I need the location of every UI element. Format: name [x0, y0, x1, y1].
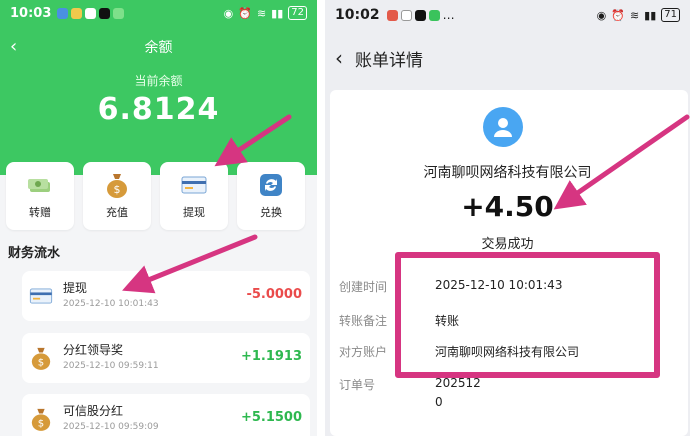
transaction-amount: +4.50 [461, 190, 554, 223]
screenshot-composite: 10:03 ◉ ⏰ ≋ ▮▮ 72 ‹ 余额 当前余额 6.8124 转赠 $ … [0, 0, 690, 436]
transaction-amount: -5.0000 [246, 287, 302, 302]
app-notification-icon [71, 7, 83, 19]
svg-text:$: $ [38, 357, 44, 368]
status-time: 10:02 [335, 7, 380, 23]
battery-icon: 72 [288, 6, 307, 20]
action-label: 提现 [183, 206, 205, 219]
app-notification-icon [400, 9, 412, 21]
highlight-box [395, 252, 660, 378]
exchange-button[interactable]: 兑换 [237, 162, 305, 230]
battery-icon: 71 [661, 8, 680, 22]
order-number-label: 订单号 [339, 378, 376, 392]
money-bag-icon: $ [104, 172, 130, 198]
page-title: 账单详情 [355, 51, 423, 71]
tiktok-icon [414, 9, 426, 21]
app-notification-icon [57, 7, 69, 19]
panel-divider [317, 0, 325, 436]
balance-screen: 10:03 ◉ ⏰ ≋ ▮▮ 72 ‹ 余额 当前余额 6.8124 转赠 $ … [0, 0, 317, 436]
status-time: 10:03 [10, 5, 52, 21]
wechat-icon [113, 7, 125, 19]
transaction-amount: +1.1913 [240, 349, 302, 364]
transaction-time: 2025-12-10 10:01:43 [63, 299, 159, 309]
status-right: ◉ ⏰ ≋ ▮▮ 71 [597, 8, 680, 22]
status-right: ◉ ⏰ ≋ ▮▮ 72 [224, 6, 307, 20]
status-bar: 10:02 … ◉ ⏰ ≋ ▮▮ 71 [325, 0, 690, 30]
money-bag-icon: $ [28, 345, 54, 371]
remark-label: 转账备注 [339, 314, 388, 328]
balance-value: 6.8124 [97, 92, 220, 127]
back-button[interactable]: ‹ [335, 46, 343, 70]
transaction-row[interactable]: 提现 2025-12-10 10:01:43 -5.0000 [22, 271, 310, 321]
action-label: 充值 [106, 206, 128, 219]
svg-text:$: $ [38, 418, 44, 429]
recharge-button[interactable]: $ 充值 [83, 162, 151, 230]
wifi-icon: ≋ [629, 8, 640, 22]
money-bag-icon: $ [28, 406, 54, 432]
signal-icon: ▮▮ [271, 6, 284, 20]
transaction-status: 交易成功 [481, 237, 534, 252]
transaction-title: 可信股分红 [63, 404, 124, 418]
created-time-label: 创建时间 [339, 280, 388, 294]
app-notification-icon [386, 9, 398, 21]
wifi-icon: ≋ [256, 6, 267, 20]
action-label: 兑换 [260, 206, 282, 219]
tiktok-icon [99, 7, 111, 19]
svg-text:$: $ [114, 183, 121, 196]
alarm-icon: ⏰ [611, 8, 625, 22]
eye-icon: ◉ [596, 8, 607, 22]
wechat-icon [428, 9, 440, 21]
status-bar: 10:03 ◉ ⏰ ≋ ▮▮ 72 [0, 0, 317, 26]
user-icon [494, 118, 512, 137]
alarm-icon: ⏰ [238, 6, 252, 20]
bank-card-icon [28, 283, 54, 309]
counterparty-name: 河南聊呗网络科技有限公司 [423, 165, 592, 181]
account-label: 对方账户 [339, 345, 388, 359]
order-number-value-line2: 0 [435, 395, 443, 409]
page-title: 余额 [144, 40, 173, 56]
transaction-title: 提现 [63, 281, 88, 295]
withdraw-button[interactable]: 提现 [160, 162, 228, 230]
order-number-value: 202512 [435, 376, 481, 390]
transaction-amount: +5.1500 [240, 410, 302, 425]
balance-label: 当前余额 [134, 74, 183, 88]
transaction-row[interactable]: $ 可信股分红 2025-12-10 09:59:09 +5.1500 [22, 394, 310, 436]
gift-transfer-button[interactable]: 转赠 [6, 162, 74, 230]
more-dots-icon: … [442, 8, 455, 22]
transaction-time: 2025-12-10 09:59:11 [63, 361, 159, 371]
transaction-title: 分红领导奖 [63, 343, 124, 357]
bank-card-icon [181, 172, 207, 198]
exchange-icon [258, 172, 284, 198]
transaction-row[interactable]: $ 分红领导奖 2025-12-10 09:59:11 +1.1913 [22, 333, 310, 383]
action-label: 转赠 [29, 206, 51, 219]
section-title: 财务流水 [8, 246, 61, 261]
app-notification-icon [85, 7, 97, 19]
money-stack-icon [27, 172, 53, 198]
transaction-time: 2025-12-10 09:59:09 [63, 422, 159, 432]
signal-icon: ▮▮ [644, 8, 657, 22]
eye-icon: ◉ [223, 6, 234, 20]
avatar [483, 107, 523, 147]
